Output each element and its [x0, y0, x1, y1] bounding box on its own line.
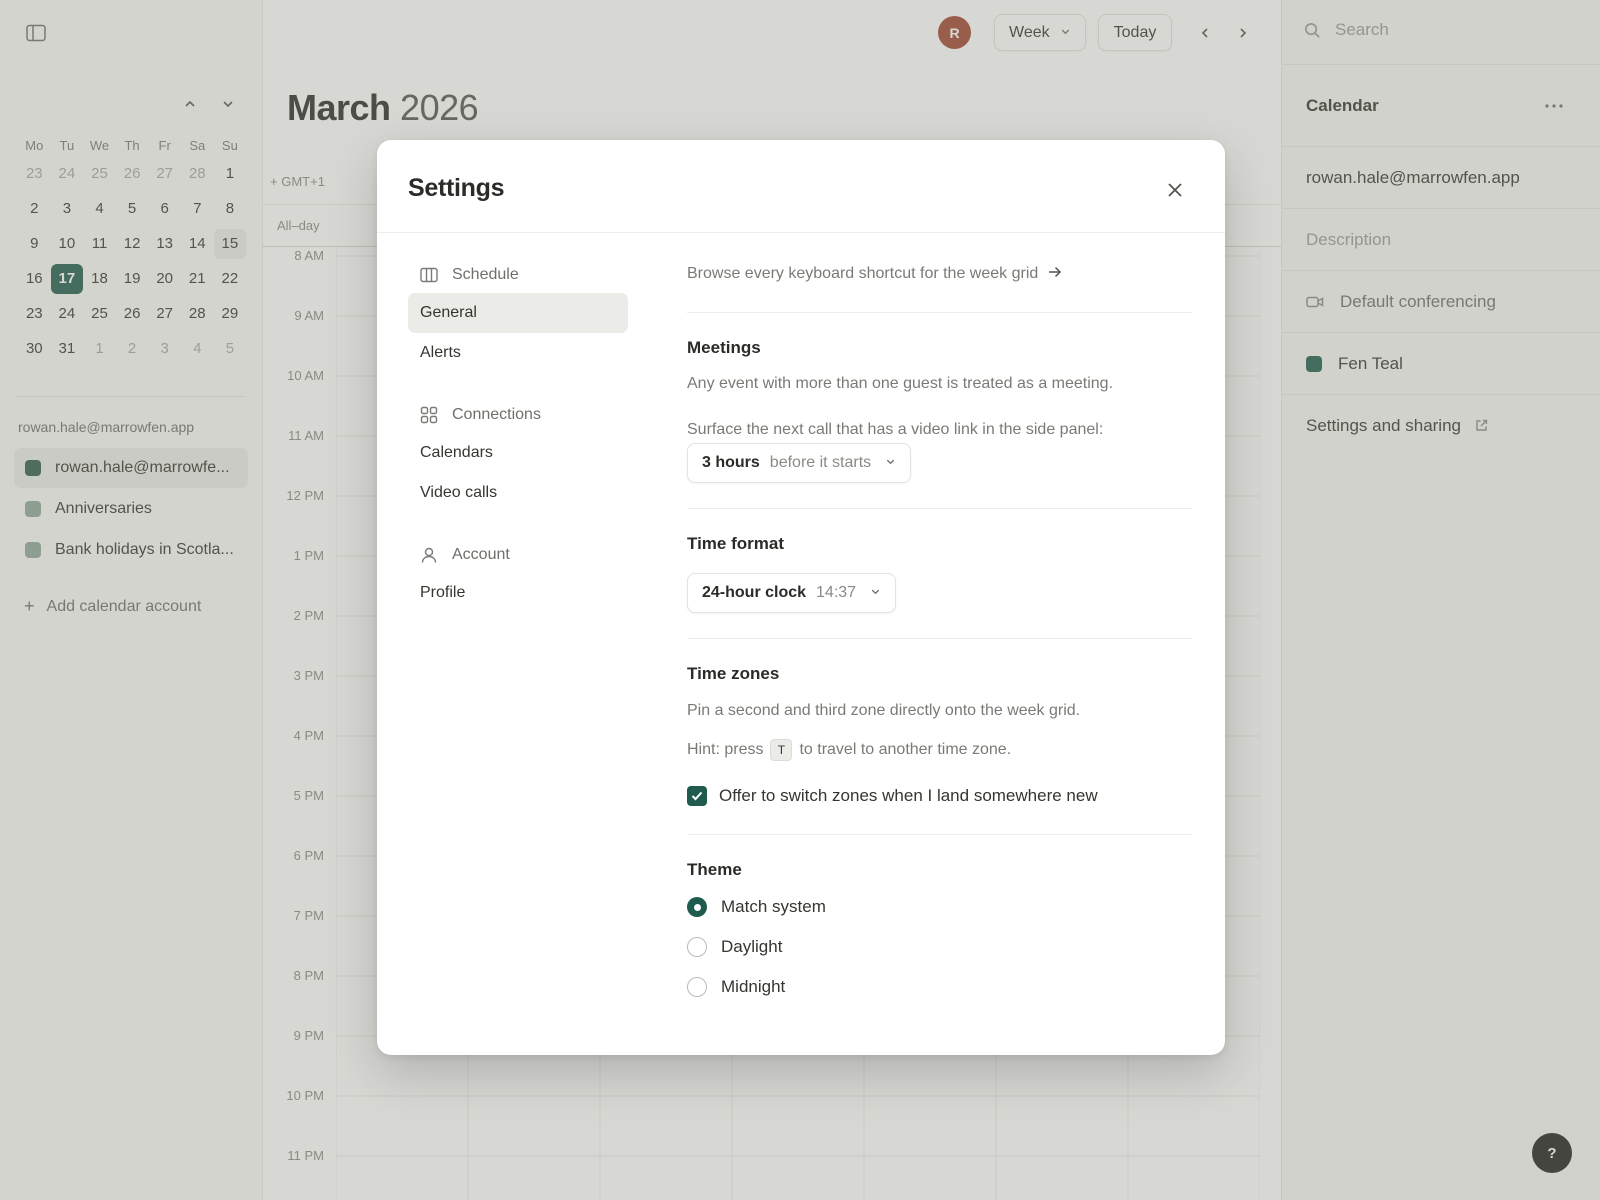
time-zones-title: Time zones: [687, 664, 780, 683]
shortcuts-link-label: Browse every keyboard shortcut for the w…: [687, 265, 1039, 282]
nav-item-calendars[interactable]: Calendars: [408, 433, 628, 473]
theme-title: Theme: [687, 860, 742, 879]
meetings-title: Meetings: [687, 338, 761, 357]
radio-button[interactable]: [687, 977, 707, 997]
schedule-icon: [420, 267, 438, 283]
nav-group-connections: Connections: [420, 406, 541, 424]
theme-option-label: Match system: [721, 897, 826, 916]
checkbox-label: Offer to switch zones when I land somewh…: [719, 786, 1098, 805]
radio-button[interactable]: [687, 897, 707, 917]
theme-option[interactable]: Match system: [687, 897, 826, 917]
radio-button[interactable]: [687, 937, 707, 957]
nav-group-label: Account: [452, 546, 510, 563]
switch-zones-checkbox[interactable]: Offer to switch zones when I land somewh…: [687, 786, 1098, 806]
theme-option-label: Midnight: [721, 977, 786, 996]
settings-title: Settings: [408, 174, 505, 202]
time-format-select[interactable]: 24-hour clock 14:37: [687, 573, 897, 613]
meetings-description: Any event with more than one guest is tr…: [687, 375, 1114, 392]
section-divider: [687, 638, 1192, 639]
nav-item-alerts[interactable]: Alerts: [408, 333, 628, 373]
keyboard-key: T: [770, 739, 793, 761]
section-divider: [687, 508, 1192, 509]
nav-group-label: Connections: [452, 406, 541, 423]
connections-icon: [420, 406, 438, 424]
lead-time-value: 3 hours: [702, 454, 760, 471]
next-call-lead-select[interactable]: 3 hours before it starts: [687, 443, 912, 483]
nav-group-label: Schedule: [452, 266, 519, 283]
hint-prefix: Hint: press: [687, 741, 764, 759]
arrow-right-icon: [1048, 265, 1062, 283]
hint-suffix: to travel to another time zone.: [799, 741, 1012, 759]
nav-group-schedule: Schedule: [420, 266, 519, 284]
time-format-value: 24-hour clock: [702, 584, 807, 601]
chevron-down-icon: [870, 586, 881, 600]
check-icon[interactable]: [687, 786, 707, 806]
close-icon[interactable]: [1161, 176, 1189, 204]
section-divider: [687, 834, 1192, 835]
time-zones-hint: Hint: press Tto travel to another time zo…: [687, 739, 1011, 761]
nav-item-profile[interactable]: Profile: [408, 573, 628, 613]
settings-dialog: Settings Schedule General Alerts Connect…: [377, 140, 1225, 1055]
theme-option[interactable]: Midnight: [687, 977, 785, 997]
time-format-example: 14:37: [816, 584, 857, 601]
nav-group-account: Account: [420, 546, 510, 564]
theme-option-label: Daylight: [721, 937, 783, 956]
user-icon: [420, 546, 438, 564]
nav-item-video-calls[interactable]: Video calls: [408, 473, 628, 513]
time-zones-description: Pin a second and third zone directly ont…: [687, 702, 1081, 719]
chevron-down-icon: [885, 456, 896, 470]
keyboard-shortcuts-link[interactable]: Browse every keyboard shortcut for the w…: [687, 265, 1062, 283]
lead-time-suffix: before it starts: [769, 454, 872, 471]
section-divider: [687, 312, 1192, 313]
time-format-title: Time format: [687, 534, 784, 553]
meetings-prompt: Surface the next call that has a video l…: [687, 421, 1104, 438]
settings-header-divider: [377, 232, 1225, 233]
theme-option[interactable]: Daylight: [687, 937, 782, 957]
nav-item-general[interactable]: General: [408, 293, 628, 333]
